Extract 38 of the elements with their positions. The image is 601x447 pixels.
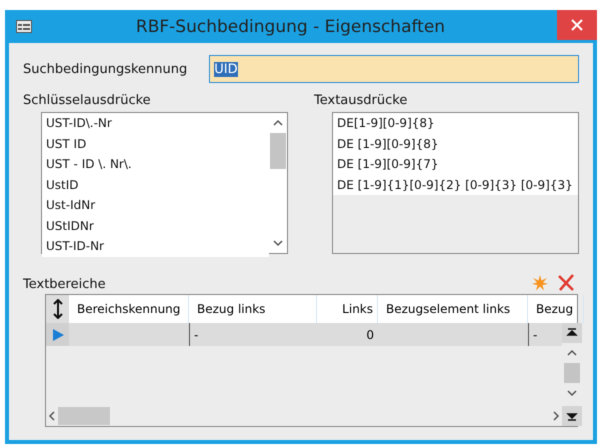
list-item[interactable]: DE [1-9][0-9]{7}	[333, 154, 578, 174]
scrollbar[interactable]	[46, 406, 562, 426]
list-item[interactable]: Ust-IdNr	[42, 195, 269, 216]
row-pointer-icon	[52, 328, 64, 340]
scrollbar[interactable]	[562, 323, 582, 426]
list-item[interactable]: DE [1-9]{1}[0-9]{2} [0-9]{3} [0-9]{3}	[333, 174, 578, 195]
resize-icon[interactable]	[52, 299, 62, 319]
list-item[interactable]: UStIDNr	[42, 216, 269, 236]
scrollbar[interactable]	[269, 113, 287, 253]
scroll-top-icon[interactable]	[562, 323, 582, 343]
field-label: Suchbedingungskennung	[23, 62, 188, 76]
scroll-thumb[interactable]	[58, 407, 110, 425]
section-label: Textausdrücke	[314, 93, 408, 108]
table-cell: -	[528, 323, 562, 346]
scroll-bottom-icon[interactable]	[562, 406, 582, 426]
text-expression-list[interactable]: DE[1-9][0-9]{8} DE [1-9][0-9]{8} DE [1-9][0-9]{7} DE [1-9]{1}[0-9]{2} [0-9]{3} [0-9]{3}	[332, 112, 579, 254]
window-title: RBF-Suchbedingung - Eigenschaften	[134, 16, 446, 36]
list-item[interactable]: UST-ID-Nr	[42, 236, 269, 256]
list-item[interactable]: UST ID	[42, 134, 269, 154]
key-expression-list[interactable]: UST-ID\.-Nr UST ID UST - ID \. Nr\. UstID Ust-IdNr UStIDNr UST-ID-Nr	[41, 112, 288, 254]
table-cell: 0	[317, 323, 378, 346]
delete-icon[interactable]	[557, 274, 575, 292]
section-label: Schlüsselausdrücke	[23, 93, 152, 108]
section-label: Textbereiche	[23, 277, 107, 292]
list-item[interactable]: DE[1-9][0-9]{8}	[333, 113, 578, 134]
list-item[interactable]: UST-ID\.-Nr	[42, 113, 269, 134]
scroll-thumb[interactable]	[270, 133, 286, 169]
close-icon	[571, 19, 583, 31]
scroll-thumb[interactable]	[564, 363, 580, 383]
list-item[interactable]: UST - ID \. Nr\.	[42, 154, 269, 174]
star-burst-icon[interactable]	[531, 274, 549, 292]
table-row[interactable]: - 0 -	[46, 323, 562, 346]
input-field[interactable]: UID	[209, 55, 579, 83]
close-button[interactable]	[557, 10, 597, 40]
list-item[interactable]: DE [1-9][0-9]{8}	[333, 134, 578, 154]
list-item[interactable]: UstID	[42, 174, 269, 195]
window-icon	[16, 20, 32, 33]
table-cell: -	[189, 323, 317, 346]
